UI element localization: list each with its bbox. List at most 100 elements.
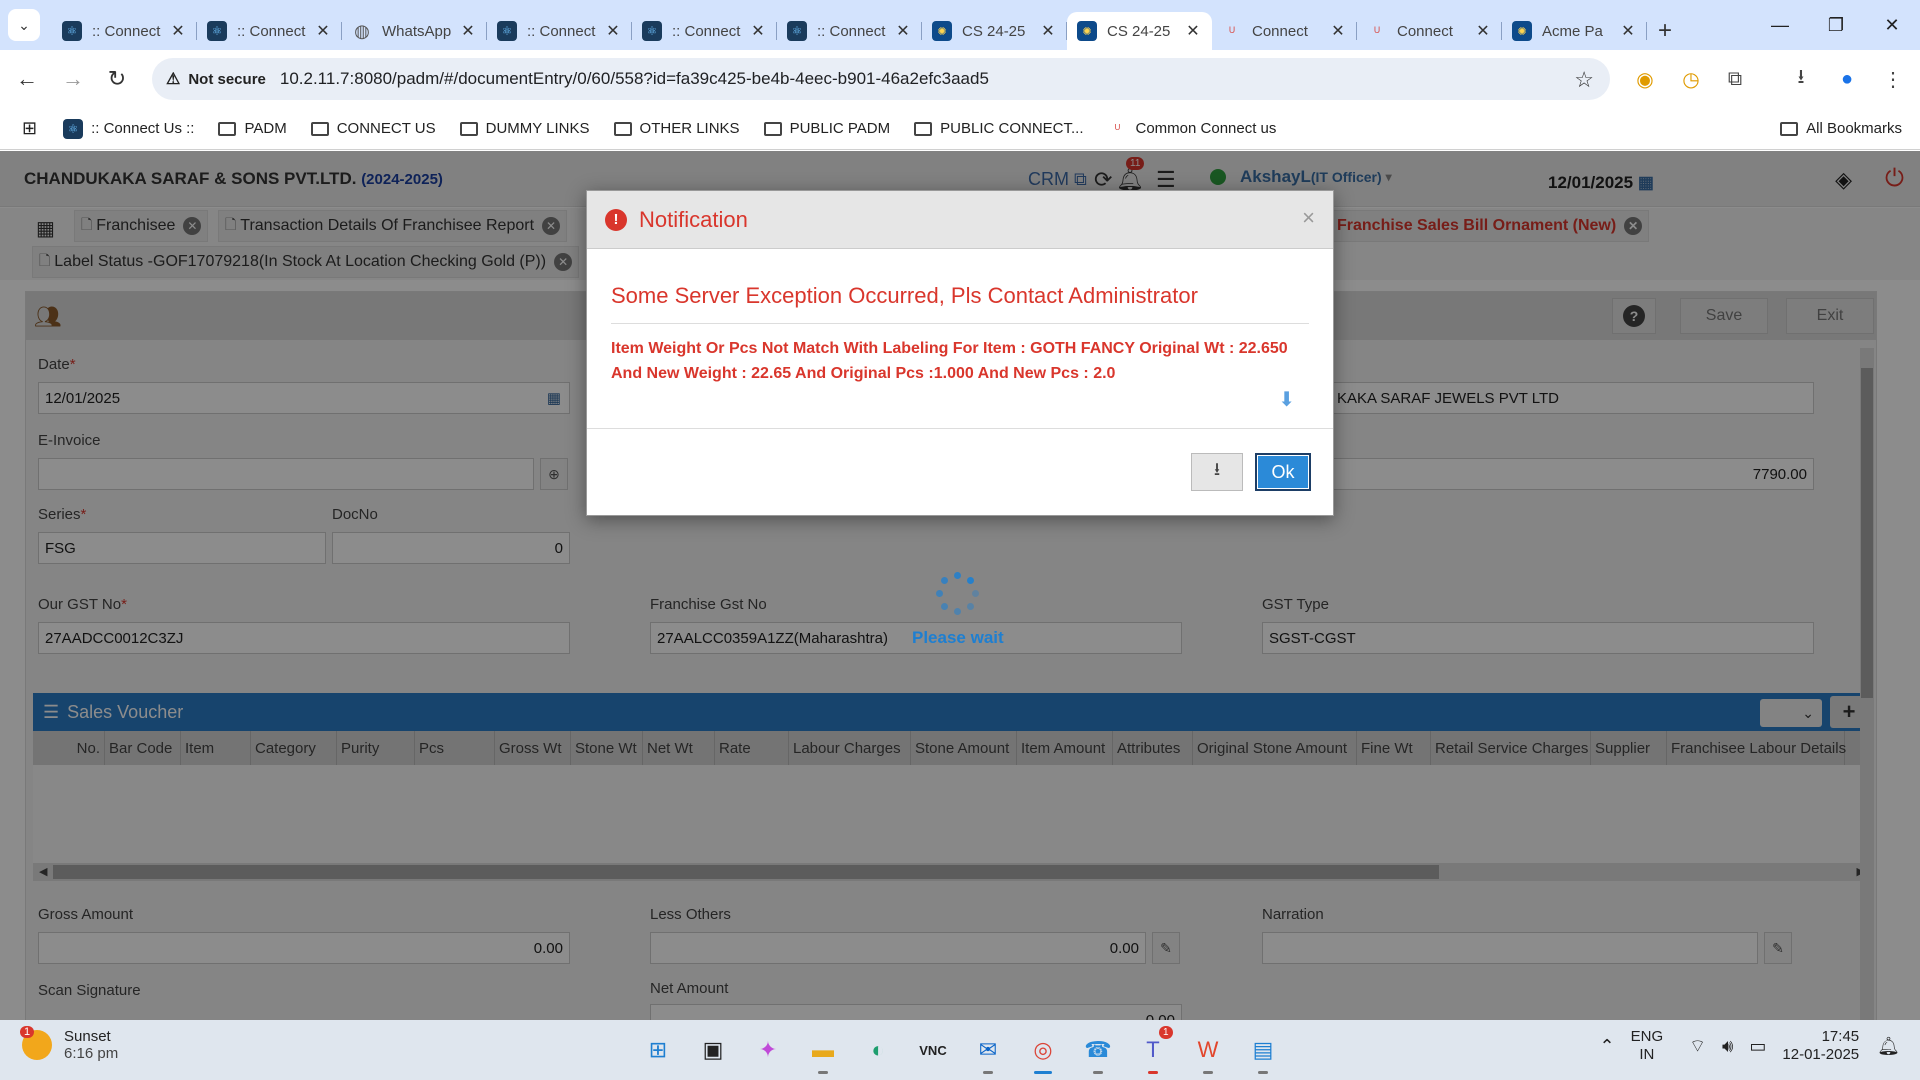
- address-bar[interactable]: ⚠ Not secure 10.2.11.7:8080/padm/#/docum…: [152, 58, 1610, 100]
- weather-widget[interactable]: 1 Sunset 6:16 pm: [20, 1026, 118, 1062]
- folder-icon: [1780, 121, 1799, 136]
- edge-icon[interactable]: ◐: [856, 1028, 900, 1072]
- spinner-dot: [941, 577, 949, 585]
- download-button[interactable]: ⭳: [1191, 453, 1243, 491]
- warning-icon: ⚠: [166, 71, 181, 88]
- cs-icon: ✺: [1512, 21, 1532, 41]
- battery-icon[interactable]: ▭: [1749, 1036, 1766, 1057]
- browser-tab[interactable]: ᵁ Connect ✕: [1357, 12, 1502, 50]
- language-indicator[interactable]: ENG IN: [1631, 1028, 1664, 1064]
- spinner-dot: [966, 577, 974, 585]
- bookmark-label: OTHER LINKS: [639, 120, 740, 137]
- ok-button[interactable]: Ok: [1255, 453, 1311, 491]
- close-tab-icon[interactable]: ✕: [604, 21, 622, 41]
- tab-search-button[interactable]: ⌄: [8, 9, 40, 41]
- bookmark-item[interactable]: PUBLIC PADM: [763, 120, 890, 137]
- browser-tab[interactable]: ⚛:: Connect ✕: [197, 12, 342, 50]
- browser-tab[interactable]: ✺ CS 24-25 ✕: [1067, 12, 1212, 50]
- bookmark-label: PUBLIC CONNECT...: [940, 120, 1084, 137]
- tab-title: :: Connect: [237, 22, 306, 40]
- task-view-icon[interactable]: ▣: [691, 1028, 735, 1072]
- close-tab-icon[interactable]: ✕: [749, 21, 767, 41]
- close-icon[interactable]: ×: [1302, 205, 1315, 231]
- download-icon[interactable]: ⭳: [1786, 64, 1816, 94]
- restore-button[interactable]: ❐: [1808, 0, 1864, 50]
- wifi-icon[interactable]: ⌔: [1689, 1035, 1706, 1058]
- bookmark-label: DUMMY LINKS: [485, 120, 590, 137]
- close-tab-icon[interactable]: ✕: [1329, 21, 1347, 41]
- bookmark-item[interactable]: DUMMY LINKS: [459, 120, 590, 137]
- folder-icon: [218, 121, 237, 136]
- copilot-icon[interactable]: ✦: [746, 1028, 790, 1072]
- dialog-body: Some Server Exception Occurred, Pls Cont…: [587, 249, 1333, 429]
- dialog-title: Notification: [639, 206, 748, 232]
- tab-title: WhatsApp: [382, 22, 452, 40]
- divider: [611, 323, 1309, 324]
- spinner-dot: [936, 590, 943, 597]
- vnc-icon[interactable]: VNC: [911, 1028, 955, 1072]
- browser-tab[interactable]: ✺ CS 24-25 ✕: [922, 12, 1067, 50]
- phone-icon[interactable]: ☎: [1076, 1028, 1120, 1074]
- close-tab-icon[interactable]: ✕: [1619, 21, 1637, 41]
- close-tab-icon[interactable]: ✕: [894, 21, 912, 41]
- close-window-button[interactable]: ✕: [1864, 0, 1920, 50]
- browser-tab[interactable]: ⚛:: Connect ✕: [52, 12, 197, 50]
- menu-kebab-icon[interactable]: ⋮: [1878, 64, 1908, 94]
- weather-badge: 1: [20, 1026, 35, 1038]
- close-tab-icon[interactable]: ✕: [1184, 21, 1202, 41]
- minimize-button[interactable]: —: [1752, 0, 1808, 50]
- clock[interactable]: 17:45 12-01-2025: [1782, 1028, 1859, 1064]
- close-tab-icon[interactable]: ✕: [169, 21, 187, 41]
- browser-tab[interactable]: ⚛:: Connect ✕: [632, 12, 777, 50]
- start-icon[interactable]: ⊞: [636, 1028, 680, 1072]
- profile-avatar[interactable]: ●: [1832, 64, 1862, 94]
- back-button[interactable]: ←: [10, 62, 44, 96]
- bookmark-item[interactable]: CONNECT US: [310, 120, 436, 137]
- folder-icon: [613, 121, 632, 136]
- outlook-icon[interactable]: ✉: [966, 1028, 1010, 1074]
- browser-tab[interactable]: ⚛:: Connect ✕: [487, 12, 632, 50]
- weather-title: Sunset: [64, 1028, 111, 1045]
- close-tab-icon[interactable]: ✕: [1039, 21, 1057, 41]
- teams-icon[interactable]: T1: [1131, 1026, 1175, 1074]
- bookmark-item[interactable]: OTHER LINKS: [613, 120, 740, 137]
- reload-button[interactable]: ↻: [100, 62, 134, 96]
- browser-tab[interactable]: ᵁ Connect ✕: [1212, 12, 1357, 50]
- bookmark-item[interactable]: PADM: [218, 120, 287, 137]
- close-tab-icon[interactable]: ✕: [1474, 21, 1492, 41]
- close-tab-icon[interactable]: ✕: [314, 21, 332, 41]
- file-explorer-icon[interactable]: ▬: [801, 1028, 845, 1074]
- extension-clock-icon[interactable]: ◷: [1676, 64, 1706, 94]
- browser-tab-strip: ⌄ ⚛:: Connect ✕ ⚛:: Connect ✕ ◍ WhatsApp ✕ ⚛:: …: [0, 0, 1920, 50]
- site-info-button[interactable]: ⚠ Not secure: [166, 69, 266, 89]
- browser-tab[interactable]: ◍ WhatsApp ✕: [342, 12, 487, 50]
- browser-tab[interactable]: ✺ Acme Pa ✕: [1502, 12, 1647, 50]
- notification-bell-icon[interactable]: 🔔︎: [1877, 1036, 1900, 1057]
- bookmark-star-icon[interactable]: ☆: [1574, 67, 1594, 93]
- all-bookmarks-label: All Bookmarks: [1806, 120, 1902, 137]
- forward-button[interactable]: →: [56, 62, 90, 96]
- puzzle-icon[interactable]: ⧉: [1720, 64, 1750, 94]
- browser-tab[interactable]: ⚛:: Connect ✕: [777, 12, 922, 50]
- lang-top: ENG: [1630, 1028, 1664, 1045]
- bookmark-item[interactable]: PUBLIC CONNECT...: [914, 120, 1084, 137]
- bookmark-item[interactable]: ᵁ Common Connect us: [1108, 119, 1276, 139]
- volume-icon[interactable]: 🔊︎: [1722, 1036, 1733, 1057]
- arrow-down-icon[interactable]: ⬇: [1278, 387, 1295, 412]
- chrome-icon[interactable]: ◎: [1021, 1028, 1065, 1074]
- extension-icon[interactable]: ◉: [1630, 64, 1660, 94]
- chevron-up-icon[interactable]: ⌃: [1600, 1036, 1615, 1057]
- all-bookmarks-button[interactable]: All Bookmarks: [1780, 120, 1902, 137]
- url-text[interactable]: 10.2.11.7:8080/padm/#/documentEntry/0/60…: [280, 69, 989, 89]
- apps-grid-icon[interactable]: ⊞: [22, 118, 37, 139]
- bookmark-item[interactable]: ⚛:: Connect Us ::: [63, 118, 194, 139]
- close-tab-icon[interactable]: ✕: [459, 21, 477, 41]
- error-heading: Some Server Exception Occurred, Pls Cont…: [611, 283, 1198, 308]
- tab-list: ⚛:: Connect ✕ ⚛:: Connect ✕ ◍ WhatsApp ✕ ⚛:: Co…: [52, 6, 1683, 50]
- new-tab-button[interactable]: +: [1647, 12, 1683, 50]
- connect-icon: ᵁ: [1374, 23, 1380, 39]
- exclamation-icon: !: [605, 208, 627, 231]
- wps-office-icon[interactable]: W: [1186, 1028, 1230, 1074]
- tab-title: :: Connect: [527, 22, 596, 40]
- notepad-icon[interactable]: ▤: [1241, 1028, 1285, 1074]
